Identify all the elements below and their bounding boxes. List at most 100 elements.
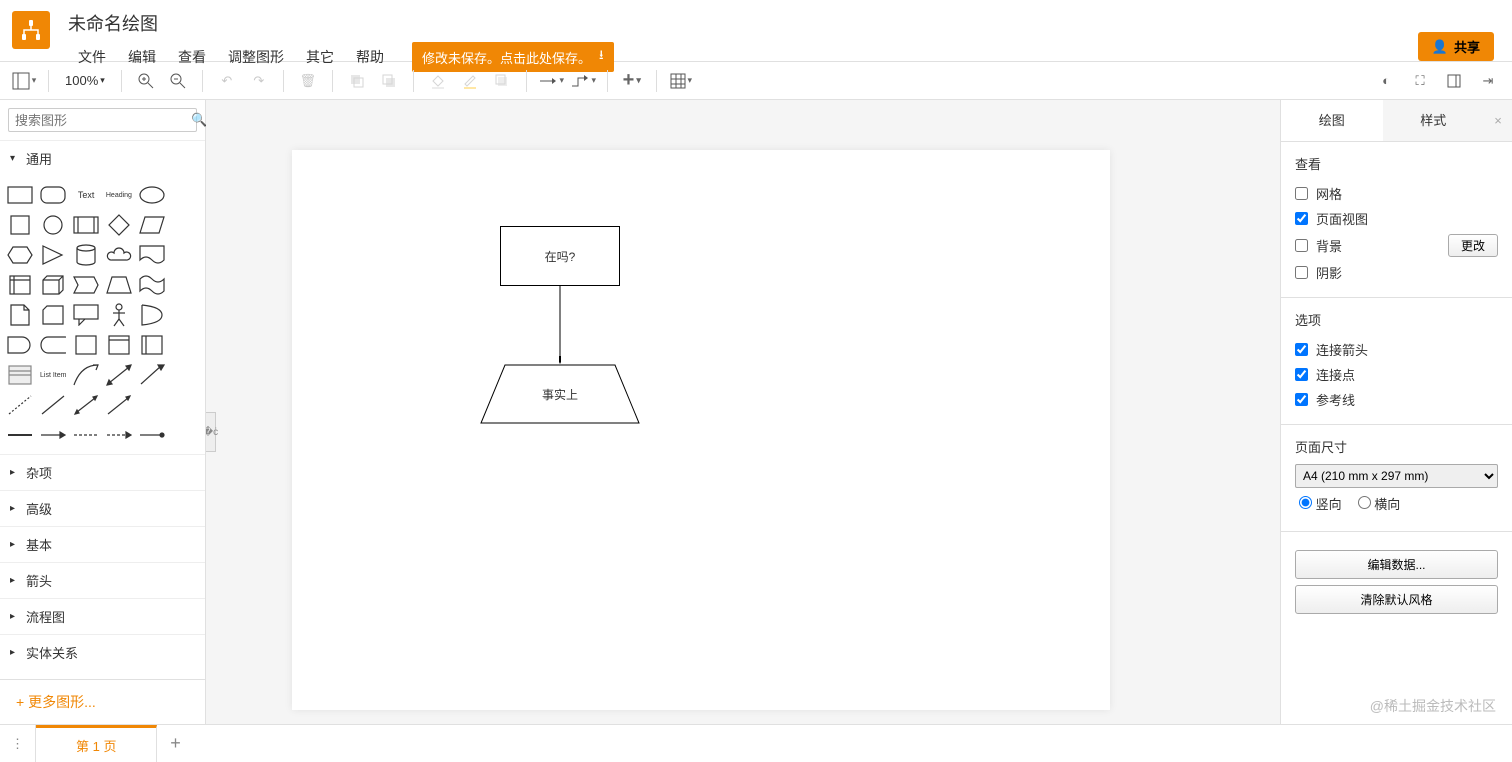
shape-text[interactable]: Text [72,182,101,208]
shape-blank9[interactable] [170,392,199,418]
node-trapezoid-1[interactable]: 事实上 [480,364,640,424]
document-title[interactable]: 未命名绘图 [68,0,1512,36]
change-bg-button[interactable]: 更改 [1448,234,1498,257]
shape-link5[interactable] [137,422,166,448]
add-page-icon[interactable]: + [157,725,193,762]
to-front-icon[interactable] [343,67,371,95]
shape-search[interactable]: 🔍 [8,108,197,132]
shape-callout[interactable] [72,302,101,328]
shadow-icon[interactable] [488,67,516,95]
category-er[interactable]: ▸实体关系 [0,634,205,670]
opt-shadow[interactable]: 阴影 [1295,260,1498,285]
shape-card[interactable] [39,302,68,328]
shape-or[interactable] [137,302,166,328]
sidebar-splitter[interactable]: �ċ [206,412,216,452]
shape-cube[interactable] [39,272,68,298]
canvas[interactable]: �ċ 在吗? 事实上 [206,100,1280,724]
category-misc[interactable]: ▸杂项 [0,454,205,490]
shape-link3[interactable] [72,422,101,448]
shape-blank8[interactable] [137,392,166,418]
collapse-icon[interactable]: ⇥ [1474,67,1502,95]
shape-square[interactable] [6,212,35,238]
category-flowchart[interactable]: ▸流程图 [0,598,205,634]
line-color-icon[interactable] [456,67,484,95]
zoom-level[interactable]: 100%▾ [59,73,111,88]
pagesize-select[interactable]: A4 (210 mm x 297 mm) [1295,464,1498,488]
shape-link2[interactable] [39,422,68,448]
fullscreen-icon[interactable]: ⛶ [1406,67,1434,95]
tab-style[interactable]: 样式 [1383,100,1485,141]
shape-blank[interactable] [170,182,199,208]
delete-icon[interactable]: 🗑 [294,67,322,95]
shape-frame-h[interactable] [105,332,134,358]
more-shapes[interactable]: + 更多图形... [0,679,205,724]
close-panel-icon[interactable]: × [1484,100,1512,141]
menu-file[interactable]: 文件 [68,44,116,70]
shape-internal-storage[interactable] [6,272,35,298]
sidebar-toggle[interactable]: ▾ [10,67,38,95]
shape-parallelogram[interactable] [137,212,166,238]
shape-process[interactable] [72,212,101,238]
app-logo[interactable] [12,11,50,49]
shape-biarrow[interactable] [105,362,134,388]
opt-pageview[interactable]: 页面视图 [1295,206,1498,231]
search-icon[interactable]: 🔍 [191,112,207,128]
shape-note[interactable] [6,302,35,328]
insert-icon[interactable]: +▾ [618,67,646,95]
shape-triangle[interactable] [39,242,68,268]
waypoint-icon[interactable]: ▾ [569,67,597,95]
table-icon[interactable]: ▾ [667,67,695,95]
search-input[interactable] [15,113,191,128]
page[interactable]: 在吗? 事实上 [292,150,1110,710]
shape-hexagon[interactable] [6,242,35,268]
shape-dirline[interactable] [105,392,134,418]
page-menu-icon[interactable]: ⋮ [0,725,36,762]
edit-data-button[interactable]: 编辑数据... [1295,550,1498,579]
opt-grid[interactable]: 网格 [1295,181,1498,206]
category-basic[interactable]: ▸基本 [0,526,205,562]
shape-circle[interactable] [39,212,68,238]
opt-background-check[interactable] [1295,239,1308,252]
shape-arrow[interactable] [137,362,166,388]
theme-icon[interactable]: ◐ [1372,67,1400,95]
shape-blank7[interactable] [170,362,199,388]
to-back-icon[interactable] [375,67,403,95]
opt-conn-points[interactable]: 连接点 [1295,362,1498,387]
shape-blank4[interactable] [170,272,199,298]
shape-curve[interactable] [72,362,101,388]
shape-blank5[interactable] [170,302,199,328]
shape-heading[interactable]: Heading [105,182,134,208]
node-rect-1[interactable]: 在吗? [500,226,620,286]
orientation-portrait[interactable]: 竖向 [1299,494,1342,513]
shape-blank10[interactable] [170,422,199,448]
shape-blank2[interactable] [170,212,199,238]
shape-link4[interactable] [105,422,134,448]
share-button[interactable]: 👤 共享 [1418,32,1494,61]
shape-blank3[interactable] [170,242,199,268]
shape-actor[interactable] [105,302,134,328]
fill-color-icon[interactable] [424,67,452,95]
page-tab-1[interactable]: 第 1 页 [36,725,157,762]
undo-icon[interactable]: ↶ [213,67,241,95]
category-advanced[interactable]: ▸高级 [0,490,205,526]
connection-icon[interactable]: ▾ [537,67,565,95]
shape-list[interactable] [6,362,35,388]
shape-ellipse[interactable] [137,182,166,208]
opt-guides[interactable]: 参考线 [1295,387,1498,412]
shape-biline[interactable] [72,392,101,418]
zoom-in-icon[interactable] [132,67,160,95]
shape-link1[interactable] [6,422,35,448]
format-panel-icon[interactable] [1440,67,1468,95]
orientation-landscape[interactable]: 横向 [1358,494,1401,513]
shape-diamond[interactable] [105,212,134,238]
clear-style-button[interactable]: 清除默认风格 [1295,585,1498,614]
shape-blank6[interactable] [170,332,199,358]
shape-step[interactable] [72,272,101,298]
shape-rect[interactable] [6,182,35,208]
tab-diagram[interactable]: 绘图 [1281,100,1383,141]
shape-container[interactable] [72,332,101,358]
zoom-out-icon[interactable] [164,67,192,95]
shape-document[interactable] [137,242,166,268]
shape-line[interactable] [39,392,68,418]
shape-dashline[interactable] [6,392,35,418]
